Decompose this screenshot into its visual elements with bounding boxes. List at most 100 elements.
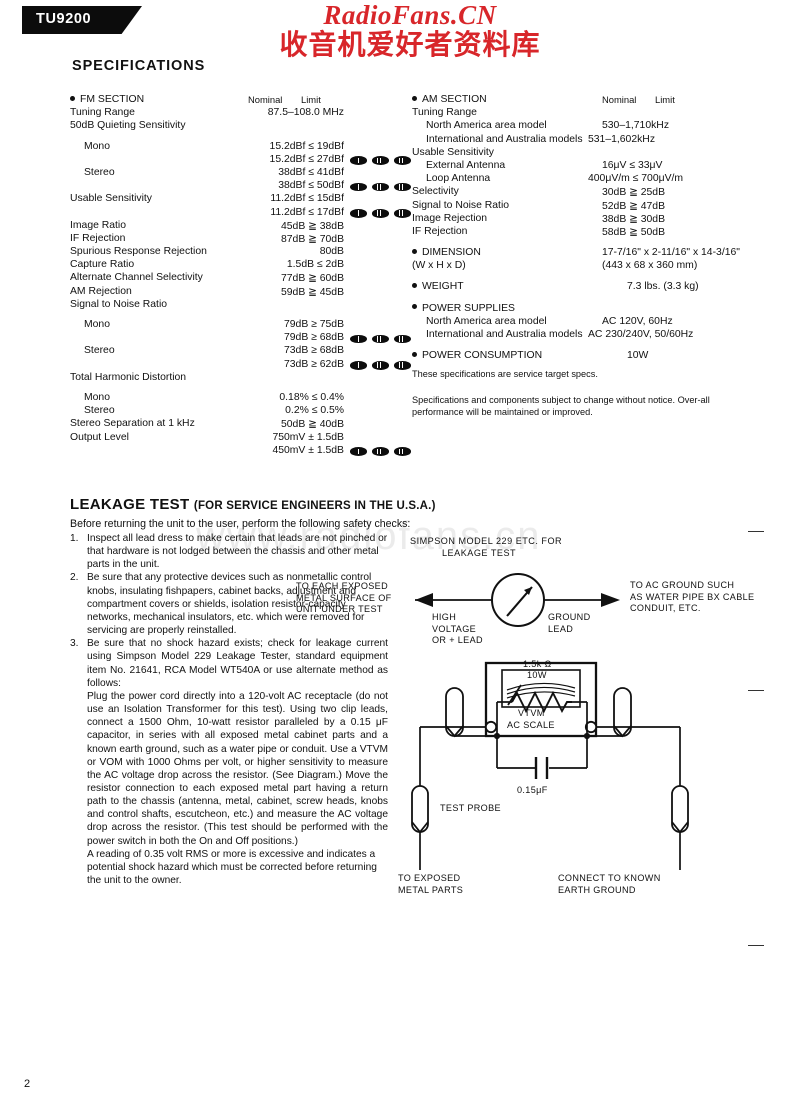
spec-label: Usable Sensitivity <box>70 193 153 205</box>
spec-value: 73dB ≥ 62dB <box>283 358 344 370</box>
spec-value: 17-7/16" x 2-11/16" x 14-3/16" <box>602 247 740 259</box>
am-spec-row: Tuning Range <box>412 107 752 120</box>
spec-label: Total Harmonic Distortion <box>70 371 187 383</box>
leakage-step-number: 1. <box>70 533 79 544</box>
bullet-icon <box>412 351 417 357</box>
model-number-label: TU9200 <box>36 11 92 27</box>
spec-label: Stereo <box>84 405 115 417</box>
spec-row-gap <box>412 273 752 281</box>
spec-label: International and Australia models <box>426 133 583 145</box>
fm-col-nominal: Nominal <box>248 94 283 105</box>
spec-label: External Antenna <box>426 159 506 171</box>
watermark-chinese: 收音机爱好者资料库 <box>279 29 541 60</box>
spec-value: AC 120V, 60Hz <box>602 315 673 327</box>
meter-title-line1: SIMPSON MODEL 229 ETC. FOR <box>410 536 563 546</box>
leakage-step-paragraph: Be sure that no shock hazard exists; che… <box>87 638 388 689</box>
spec-value: 400μV/m ≤ 700μV/m <box>588 173 684 185</box>
am-bullet-row: POWER CONSUMPTION 10W <box>412 350 752 363</box>
model-badge-icon <box>372 156 389 165</box>
am-spec-row: Loop Antenna 400μV/m ≤ 700μV/m <box>412 173 752 186</box>
am-section-label: AM SECTION <box>412 94 487 105</box>
model-badge-icon <box>350 156 367 165</box>
bullet-label: WEIGHT <box>412 281 464 292</box>
fm-spec-rows: Tuning Range 87.5–108.0 MHz 50dB Quieting … <box>70 107 411 458</box>
model-badge-icon <box>350 182 367 192</box>
spec-label: Capture Ratio <box>70 259 135 271</box>
spec-value: 79dB ≥ 68dB <box>283 332 344 344</box>
high-voltage-lead-label: HIGH VOLTAGE OR + LEAD <box>432 612 483 646</box>
leakage-step-number: 2. <box>70 572 79 584</box>
spec-label: North America area model <box>426 315 547 327</box>
spec-value: 50dB ≧ 40dB <box>280 419 344 431</box>
model-badge-group <box>350 447 411 456</box>
spec-value: 38dBf ≤ 41dBf <box>278 166 344 178</box>
service-target-note: These specifications are service target … <box>412 369 598 379</box>
leakage-step-paragraph: Plug the power cord directly into a 120-… <box>87 690 388 847</box>
spec-label: International and Australia models <box>426 329 583 340</box>
meter-title-line2: LEAKAGE TEST <box>442 548 517 558</box>
fm-spec-row: Usable Sensitivity 11.2dBf ≤ 15dBf <box>70 193 400 206</box>
spec-label: Spurious Response Rejection <box>70 246 207 258</box>
spec-row-gap <box>412 342 752 350</box>
test-probe-label: TEST PROBE <box>440 803 501 813</box>
spec-value: 16μV ≤ 33μV <box>602 159 663 171</box>
spec-label: 50dB Quieting Sensitivity <box>70 120 186 132</box>
resistor-power-label: 10W <box>527 670 547 680</box>
am-spec-row: Selectivity 30dB ≧ 25dB <box>412 186 752 199</box>
fm-spec-row: Mono 79dB ≥ 75dB <box>70 319 400 332</box>
fm-spec-row: Capture Ratio 1.5dB ≤ 2dB <box>70 259 400 272</box>
spec-label: North America area model <box>426 120 547 132</box>
model-badge-icon <box>372 361 389 370</box>
spec-value: 30dB ≧ 25dB <box>602 187 666 199</box>
am-spec-row: Signal to Noise Ratio 52dB ≧ 47dB <box>412 200 752 213</box>
fm-spec-row: IF Rejection 87dB ≧ 70dB <box>70 233 400 246</box>
leakage-heading-main: LEAKAGE TEST <box>70 496 190 513</box>
fm-spec-row: Tuning Range 87.5–108.0 MHz <box>70 107 400 120</box>
am-section-header: AM SECTION Nominal Limit <box>412 94 752 107</box>
fm-spec-row: Mono 15.2dBf ≤ 19dBf <box>70 141 400 154</box>
fm-spec-row: Output Level 750mV ± 1.5dB <box>70 432 400 445</box>
spec-label: Mono <box>84 319 110 330</box>
spec-value: 52dB ≧ 47dB <box>602 200 666 212</box>
fm-col-limit: Limit <box>301 94 321 105</box>
fm-spec-row: Stereo 0.2% ≤ 0.5% <box>70 405 400 418</box>
am-spec-blocks: DIMENSION 17-7/16" x 2-11/16" x 14-3/16" (… <box>412 239 752 363</box>
model-badge-icon <box>394 182 411 192</box>
am-spec-row: International and Australia models AC 230… <box>412 329 752 342</box>
to-ac-ground-label: TO AC GROUND SUCH AS WATER PIPE BX CABLE… <box>630 580 755 614</box>
specifications-title: SPECIFICATIONS <box>72 58 206 74</box>
bullet-label: POWER SUPPLIES <box>412 303 515 314</box>
am-spec-row: IF Rejection 58dB ≧ 50dB <box>412 226 752 239</box>
watermark-brand: RadioFans.CN <box>323 0 497 30</box>
am-spec-row: External Antenna 16μV ≤ 33μV <box>412 160 752 173</box>
spec-value: 38dBf ≤ 50dBf <box>278 180 344 192</box>
spec-value: 38dB ≧ 30dB <box>602 213 666 225</box>
spec-label: Alternate Channel Selectivity <box>70 272 203 284</box>
spec-row-gap <box>412 239 752 247</box>
ac-scale-label: AC SCALE <box>507 720 555 730</box>
leakage-step-number: 3. <box>70 638 79 650</box>
am-spec-row: Image Rejection 38dB ≧ 30dB <box>412 213 752 226</box>
model-badge-icon <box>372 182 389 192</box>
fm-spec-row: 11.2dBf ≤ 17dBf <box>70 207 411 220</box>
vtvm-label: VTVM <box>518 708 545 718</box>
model-badge-group <box>350 209 411 218</box>
model-badge-group <box>350 361 411 370</box>
model-badge-icon <box>394 209 411 218</box>
spec-label: Loop Antenna <box>426 173 491 185</box>
page-number: 2 <box>24 1078 31 1090</box>
am-col-nominal: Nominal <box>602 94 637 105</box>
spec-label: (W x H x D) <box>412 260 466 272</box>
resistor-value-label: 1.5k Ω <box>523 659 552 669</box>
model-badge-group <box>350 156 411 165</box>
spec-label: Stereo Separation at 1 kHz <box>70 418 195 430</box>
spec-value: 7.3 lbs. (3.3 kg) <box>627 281 699 293</box>
spec-label: Image Rejection <box>412 212 488 224</box>
fm-section-label: FM SECTION <box>70 94 144 105</box>
ground-lead-label: GROUND LEAD <box>548 612 591 634</box>
spec-value: 15.2dBf ≤ 19dBf <box>269 140 344 152</box>
bullet-text: POWER CONSUMPTION <box>422 350 543 362</box>
spec-row-gap <box>70 385 400 392</box>
spec-value: 531–1,602kHz <box>588 133 656 145</box>
bullet-label: DIMENSION <box>412 247 481 258</box>
